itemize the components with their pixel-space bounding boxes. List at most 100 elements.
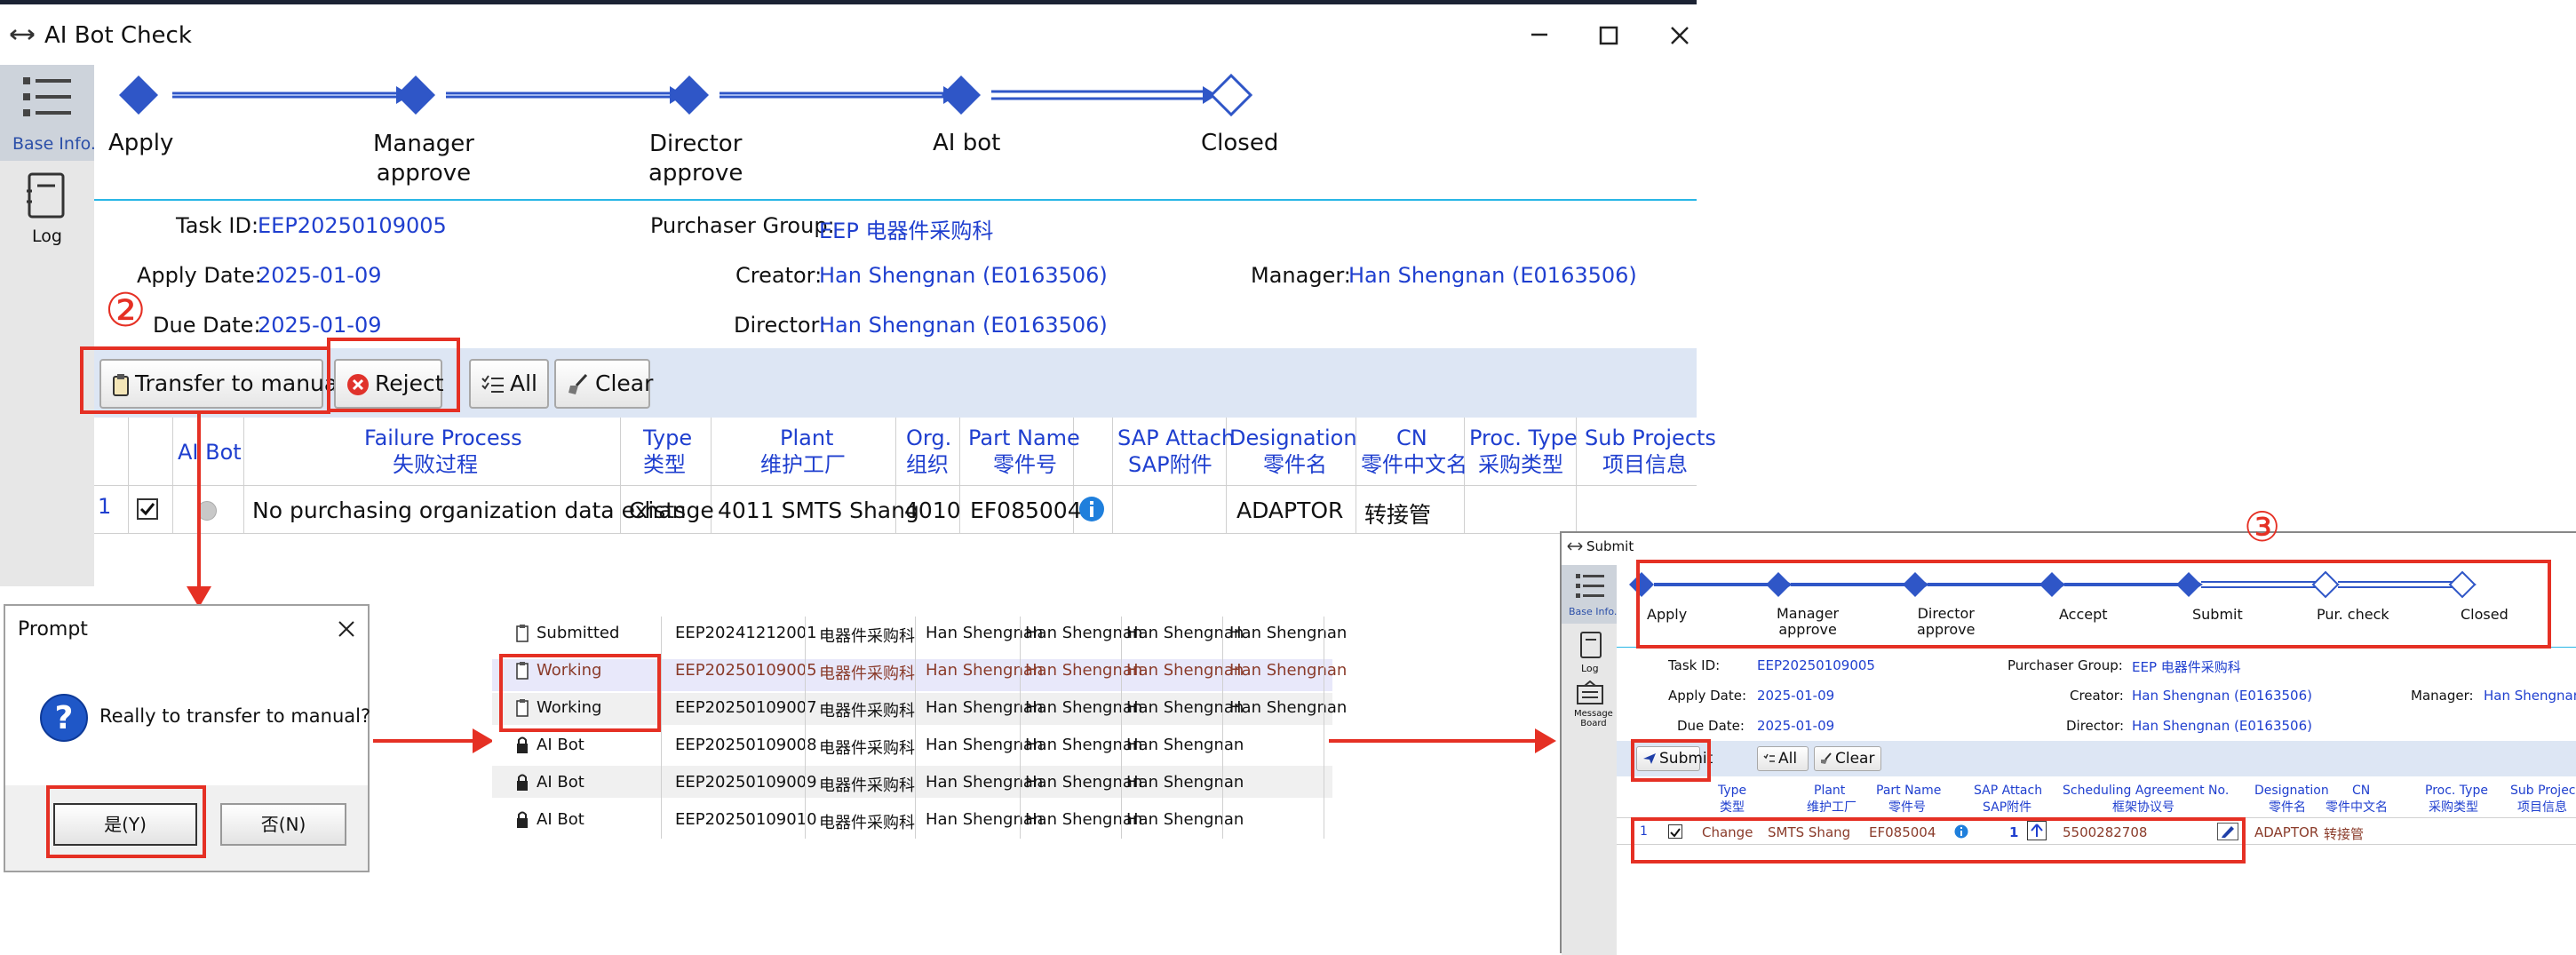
column-header-plant[interactable]: Plant: [780, 425, 833, 451]
column-header-cn: 零件号: [993, 452, 1057, 477]
failure-process-cell: No purchasing organization data exists: [252, 497, 687, 523]
creator-value: Han Shengnan (E0163506): [819, 263, 1108, 288]
director-value: Han Shengnan (E0163506): [2132, 718, 2312, 734]
due-date-label: Due Date:: [153, 313, 261, 338]
designation-cell: ADAPTOR: [2254, 824, 2319, 840]
list-cell-n3: Han Shengnan: [1126, 773, 1244, 792]
column-header-proc-type[interactable]: Proc. Type: [1469, 425, 1578, 451]
dialog-title: Prompt: [18, 618, 88, 641]
list-cell-id: EEP20250109007: [675, 698, 817, 717]
document-icon: [516, 625, 529, 642]
maximize-icon[interactable]: [1599, 26, 1618, 45]
highlight-submit-button: [1631, 739, 1711, 782]
column-header-failure-process[interactable]: Failure Process: [364, 425, 522, 451]
select-all-button[interactable]: All: [469, 359, 549, 409]
step-connector: [446, 86, 684, 104]
column-header-type[interactable]: Type: [643, 425, 692, 451]
dialog-title-bar: Prompt: [5, 606, 368, 652]
list-cell-group: 电器件采购科: [819, 702, 915, 720]
svg-text:?: ?: [55, 700, 74, 736]
sidebar-label: Message Board: [1574, 709, 1613, 728]
list-cell-status: AI Bot: [537, 773, 584, 792]
column-header-part-name[interactable]: Part Name: [1876, 784, 1941, 798]
list-cell-id: EEP20241212001: [675, 624, 817, 642]
title-bar: AI Bot Check: [0, 4, 1697, 65]
row-checkbox[interactable]: [137, 498, 158, 520]
dialog-message: Really to transfer to manual?: [99, 705, 371, 727]
column-header-cn: 维护工厂: [1807, 800, 1856, 815]
message-board-icon: [1577, 680, 1603, 704]
sidebar-item-message-board[interactable]: Message Board: [1562, 677, 1617, 736]
column-header-cn: 类型: [1720, 800, 1745, 815]
column-header-ai-bot[interactable]: AI Bot: [178, 439, 242, 466]
column-header-part-name[interactable]: Part Name: [968, 425, 1080, 451]
column-header-scheduling-agreement[interactable]: Scheduling Agreement No.: [2063, 784, 2229, 798]
clear-button[interactable]: Clear: [1814, 746, 1881, 771]
step-label: Closed: [1201, 130, 1279, 156]
clear-label: Clear: [595, 370, 654, 396]
column-header-designation[interactable]: Designation: [2254, 784, 2329, 798]
no-button[interactable]: 否(N): [220, 803, 346, 846]
sidebar-label: Base Info.: [12, 134, 96, 154]
sidebar-item-base-info[interactable]: Base Info.: [1562, 565, 1617, 624]
list-cell-n2: Han Shengnan: [1025, 661, 1143, 680]
main-window: AI Bot Check Base Info. Log Apply Manage…: [0, 0, 1716, 586]
step-connector: [720, 86, 958, 104]
minimize-icon[interactable]: [1530, 28, 1549, 42]
column-header-sub-projects[interactable]: Sub Projec: [2510, 784, 2576, 798]
clear-label: Clear: [1835, 750, 1875, 768]
column-header-cn-name[interactable]: CN: [2352, 784, 2370, 798]
list-cell-n2: Han Shengnan: [1025, 624, 1143, 642]
column-header-sub-projects[interactable]: Sub Projects: [1585, 425, 1716, 451]
column-header-plant[interactable]: Plant: [1814, 784, 1845, 798]
notebook-icon: [1580, 632, 1602, 658]
column-header-cn: 零件号: [1888, 800, 1926, 815]
column-header-sap-attach[interactable]: SAP Attach: [1117, 425, 1235, 451]
task-id-value: EEP20250109005: [258, 213, 447, 238]
list-cell-group: 电器件采购科: [819, 739, 915, 758]
sidebar-item-log[interactable]: Log: [1562, 627, 1617, 675]
highlight-transfer-button: [80, 346, 330, 414]
purchaser-group-value: EEP 电器件采购科: [2132, 659, 2241, 675]
column-header-cn-name[interactable]: CN: [1396, 425, 1427, 451]
all-label: All: [510, 370, 537, 396]
all-label: All: [1778, 750, 1798, 768]
list-cell-status: AI Bot: [537, 736, 584, 754]
window-title: AI Bot Check: [44, 22, 192, 49]
close-icon[interactable]: [1670, 26, 1690, 45]
lock-icon: [517, 811, 528, 828]
director-value: Han Shengnan (E0163506): [819, 313, 1108, 338]
close-icon[interactable]: [338, 620, 355, 638]
list-cell-status: Submitted: [537, 624, 620, 642]
type-cell: Change: [629, 497, 714, 523]
sidebar: Base Info. Log Message Board: [1562, 565, 1617, 955]
creator-value: Han Shengnan (E0163506): [2132, 688, 2312, 704]
notebook-icon: [27, 172, 65, 219]
clear-button[interactable]: Clear: [554, 359, 654, 409]
info-icon[interactable]: [1078, 496, 1105, 522]
column-header-type[interactable]: Type: [1718, 784, 1746, 798]
sidebar-item-base-info[interactable]: Base Info.: [0, 65, 96, 161]
list-cell-status: AI Bot: [537, 810, 584, 829]
column-header-cn: 采购类型: [2429, 800, 2478, 815]
sidebar-item-log[interactable]: Log: [0, 163, 94, 251]
column-header-cn: 失败过程: [393, 452, 478, 477]
highlight-progress-steps: [1636, 560, 2551, 649]
column-divider: [661, 617, 662, 839]
column-header-org[interactable]: Org.: [906, 425, 951, 451]
column-header-designation[interactable]: Designation: [1229, 425, 1357, 451]
select-all-button[interactable]: All: [1757, 746, 1809, 771]
column-header-cn: 组织: [906, 452, 949, 477]
step-pending-icon: [1209, 73, 1253, 117]
task-id-value: EEP20250109005: [1757, 657, 1875, 673]
column-header-proc-type[interactable]: Proc. Type: [2425, 784, 2488, 798]
app-icon: [1567, 542, 1583, 551]
list-cell-id: EEP20250109010: [675, 810, 817, 829]
apply-date-label: Apply Date:: [137, 263, 262, 288]
column-header-sap-attach[interactable]: SAP Attach: [1974, 784, 2042, 798]
apply-date-label: Apply Date:: [1668, 688, 1747, 704]
manager-label: Manager:: [1251, 263, 1351, 288]
column-header-cn: 零件名: [1263, 452, 1327, 477]
designation-cell: ADAPTOR: [1236, 497, 1344, 523]
progress-steps: [119, 73, 1253, 117]
